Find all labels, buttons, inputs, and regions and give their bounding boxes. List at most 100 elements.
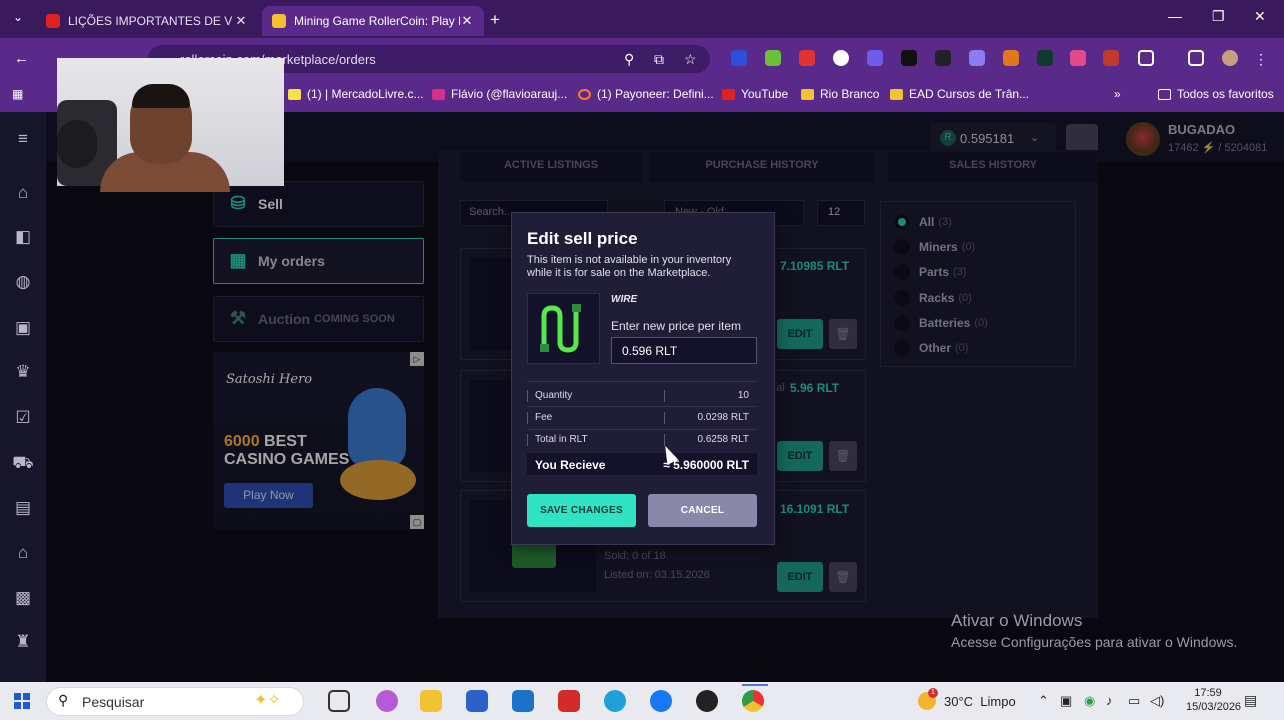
clock-date: 15/03/2026 — [1186, 701, 1242, 713]
divider — [527, 406, 757, 407]
bookmark-ead[interactable]: EAD Cursos de Trân... — [890, 87, 1029, 101]
cart-icon[interactable]: ⛟ — [12, 453, 34, 475]
back-icon[interactable]: ← — [14, 50, 29, 67]
bookmark-rio-branco[interactable]: Rio Branco — [801, 87, 879, 101]
extension-icon[interactable] — [765, 50, 781, 66]
extension-icon[interactable] — [1070, 50, 1086, 66]
price-input[interactable]: 0.596 RLT — [611, 337, 757, 364]
extension-icon[interactable] — [799, 50, 815, 66]
profile-avatar-icon[interactable] — [1222, 50, 1238, 66]
active-app-indicator — [742, 684, 768, 686]
extension-icon[interactable] — [969, 50, 985, 66]
tasks-icon[interactable]: ☑ — [12, 408, 34, 430]
taskbar-clock[interactable]: 17:59 15/03/2026 — [1186, 686, 1242, 714]
calendar-icon[interactable]: ▣ — [12, 318, 34, 340]
extension-icon[interactable] — [1103, 50, 1119, 66]
hamburger-icon[interactable]: ≡ — [12, 129, 34, 151]
kebab-menu-icon[interactable]: ⋮ — [1254, 51, 1268, 68]
receive-row: You Recieve ≈ 5.960000 RLT — [527, 453, 757, 475]
apps-grid-icon[interactable]: ▦ — [12, 87, 23, 101]
youtube-icon — [722, 88, 735, 100]
divider — [527, 381, 757, 382]
tab-title: LIÇÕES IMPORTANTES DE V — [68, 14, 233, 28]
minimize-icon[interactable]: — — [1168, 8, 1182, 24]
webcam-microphone — [57, 120, 97, 168]
gamepad-icon[interactable]: ◧ — [12, 227, 34, 249]
volume-icon[interactable]: ◁) — [1150, 693, 1164, 709]
weather-temp: 30°C — [944, 693, 974, 709]
notifications-icon[interactable]: ▤ — [1244, 692, 1257, 709]
trophy-icon[interactable]: ♜ — [12, 632, 34, 654]
tray-mic-icon[interactable]: ♪ — [1106, 693, 1113, 708]
bookmark-instagram[interactable]: Flávio (@flavioarauj... — [432, 87, 567, 101]
youtube-favicon-icon — [46, 14, 60, 28]
copilot-icon[interactable] — [376, 690, 398, 712]
payoneer-icon — [578, 88, 591, 100]
extension-icon[interactable] — [867, 50, 883, 66]
tab-search-chevron-icon[interactable]: ⌄ — [8, 10, 28, 28]
close-tab-icon[interactable]: ✕ — [460, 13, 474, 29]
instagram-icon — [432, 88, 445, 100]
item-name: WIRE — [611, 294, 638, 305]
file-explorer-icon[interactable] — [420, 690, 442, 712]
price-label: Enter new price per item — [611, 319, 742, 333]
bookmark-payoneer[interactable]: (1) Payoneer: Defini... — [578, 87, 714, 101]
tray-app-icon[interactable]: ▣ — [1060, 693, 1072, 709]
save-changes-button[interactable]: SAVE CHANGES — [527, 494, 636, 527]
tray-chevron-up-icon[interactable]: ⌃ — [1038, 693, 1049, 709]
extension-icon[interactable] — [935, 50, 951, 66]
shield-extension-icon[interactable] — [731, 50, 747, 66]
metamask-extension-icon[interactable] — [1003, 50, 1019, 66]
edge-icon[interactable] — [604, 690, 626, 712]
modal-title: Edit sell price — [527, 229, 638, 248]
windows-start-icon[interactable] — [14, 693, 30, 709]
divider — [527, 429, 757, 430]
bookmark-mercadolivre[interactable]: (1) | MercadoLivre.c... — [288, 87, 423, 101]
bookmark-youtube[interactable]: YouTube — [722, 87, 788, 101]
sun-icon: 1 — [918, 688, 938, 710]
extension-icon[interactable] — [1037, 50, 1053, 66]
reading-list-icon[interactable] — [1188, 50, 1204, 66]
extension-icon[interactable] — [833, 50, 849, 66]
wps-office-icon[interactable] — [558, 690, 580, 712]
zoom-icon[interactable]: ⚲ — [624, 51, 634, 68]
network-icon[interactable]: ▭ — [1128, 693, 1140, 709]
outlook-icon[interactable] — [512, 690, 534, 712]
browser-tab-youtube[interactable]: LIÇÕES IMPORTANTES DE V ✕ — [36, 6, 258, 36]
clock-time: 17:59 — [1194, 687, 1222, 699]
browser-tab-rollercoin[interactable]: Mining Game RollerCoin: Play M ✕ — [262, 6, 484, 36]
rollercoin-favicon-icon — [272, 14, 286, 28]
search-icon: ⚲ — [58, 692, 69, 708]
wire-icon — [540, 304, 581, 353]
marketplace-icon[interactable]: ▤ — [12, 498, 34, 520]
folder-flag-icon — [890, 88, 903, 100]
fee-row: Fee 0.0298 RLT — [527, 409, 757, 427]
mercadolivre-icon — [288, 88, 301, 100]
close-window-icon[interactable]: ✕ — [1254, 8, 1266, 25]
gift-icon[interactable]: ▩ — [12, 588, 34, 610]
miner-icon[interactable]: ◍ — [12, 272, 34, 294]
close-tab-icon[interactable]: ✕ — [234, 13, 248, 29]
cancel-button[interactable]: CANCEL — [648, 494, 757, 527]
app-icon[interactable] — [696, 690, 718, 712]
extensions-puzzle-icon[interactable] — [1138, 50, 1154, 66]
bookmark-star-icon[interactable]: ☆ — [684, 51, 697, 68]
weather-widget[interactable]: 1 30°C Limpo — [918, 688, 1016, 710]
facebook-icon[interactable] — [650, 690, 672, 712]
restore-icon[interactable]: ❐ — [1212, 8, 1225, 25]
task-view-icon[interactable] — [328, 690, 350, 712]
weather-alert-badge: 1 — [928, 688, 938, 698]
tray-sync-icon[interactable]: ◉ — [1084, 693, 1095, 709]
install-icon[interactable]: ⧉ — [654, 51, 664, 68]
new-tab-icon[interactable]: + — [490, 10, 500, 30]
chrome-icon[interactable] — [742, 690, 764, 712]
bank-icon[interactable]: ⌂ — [12, 543, 34, 565]
extension-icon[interactable] — [901, 50, 917, 66]
bookmarks-overflow-icon[interactable]: » — [1114, 87, 1121, 101]
home-icon[interactable]: ⌂ — [12, 183, 34, 205]
crown-icon[interactable]: ♛ — [12, 362, 34, 384]
modal-description: This item is not available in your inven… — [527, 254, 732, 279]
store-icon[interactable] — [466, 690, 488, 712]
total-row: Total in RLT 0.6258 RLT — [527, 431, 757, 449]
bookmark-all[interactable]: Todos os favoritos — [1158, 87, 1274, 101]
